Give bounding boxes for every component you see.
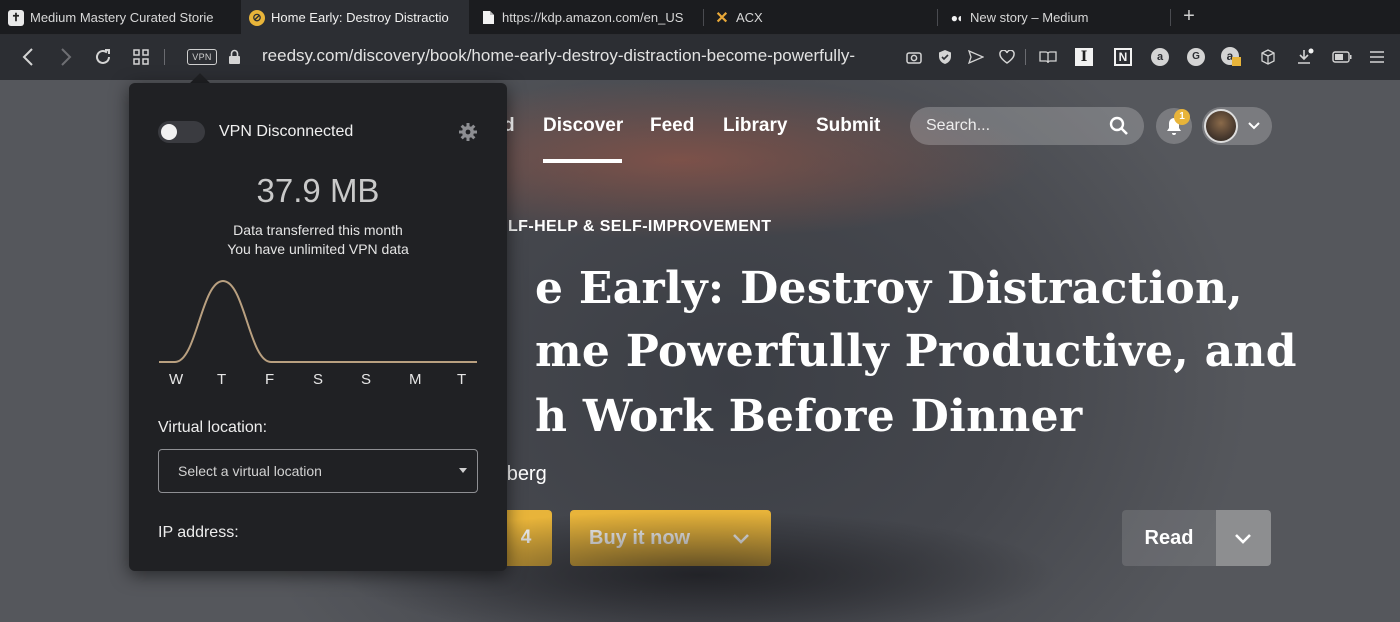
tab-strip: ✝ Medium Mastery Curated Storie ⊘ Home E… — [0, 0, 1400, 35]
chevron-down-icon — [1235, 534, 1251, 544]
medium-mastery-icon: ✝ — [8, 9, 24, 26]
day-label: W — [169, 371, 184, 388]
nav-feed[interactable]: Feed — [650, 115, 694, 137]
account-menu-button[interactable] — [1202, 107, 1272, 145]
tab-title: ACX — [736, 10, 763, 25]
data-amount: 37.9 MB — [256, 172, 380, 209]
day-label: T — [217, 371, 227, 388]
tab-title: Medium Mastery Curated Storie — [30, 10, 214, 25]
back-icon[interactable] — [18, 47, 38, 67]
tab-kdp[interactable]: https://kdp.amazon.com/en_US — [472, 0, 698, 35]
reedsy-icon: ⊘ — [249, 9, 265, 26]
price-button[interactable]: 4 — [500, 510, 552, 566]
nav-submit[interactable]: Submit — [816, 115, 880, 137]
book-title-line-3: h Work Before Dinner — [535, 391, 1083, 442]
instapaper-icon[interactable]: I — [1074, 47, 1094, 67]
tab-separator — [703, 9, 704, 26]
day-label: T — [457, 371, 467, 388]
medium-icon: ●◖ — [950, 10, 964, 25]
camera-icon[interactable] — [904, 47, 924, 67]
chevron-down-icon — [733, 534, 749, 544]
ip-address-label: IP address: — [158, 524, 239, 541]
toolbar-divider — [1025, 49, 1026, 65]
tab-home-early[interactable]: ⊘ Home Early: Destroy Distractio — [241, 0, 469, 35]
reload-icon[interactable] — [93, 47, 113, 67]
tab-title: New story – Medium — [970, 10, 1089, 25]
day-label: S — [361, 371, 372, 388]
nav-active-indicator — [543, 159, 622, 163]
book-category[interactable]: LF-HELP & SELF-IMPROVEMENT — [508, 218, 771, 236]
vpn-button[interactable]: VPN — [187, 49, 217, 65]
buy-it-now-button[interactable]: Buy it now — [570, 510, 771, 566]
avatar — [1204, 109, 1238, 143]
chevron-down-icon — [1248, 122, 1260, 130]
vpn-popup: VPN Disconnected 37.9 MB Data transferre… — [129, 83, 507, 571]
forward-icon[interactable] — [56, 47, 76, 67]
vpn-toggle[interactable] — [158, 121, 205, 143]
toolbar-divider — [164, 49, 165, 65]
box-icon[interactable] — [1258, 47, 1278, 67]
dropdown-caret-icon — [459, 468, 467, 473]
virtual-location-label: Virtual location: — [158, 419, 268, 436]
tab-grid-icon[interactable] — [131, 47, 151, 67]
usage-curve — [159, 279, 477, 363]
menu-icon[interactable] — [1367, 47, 1387, 67]
battery-icon[interactable] — [1332, 47, 1352, 67]
vpn-status-label: VPN Disconnected — [219, 123, 354, 140]
send-icon[interactable] — [966, 47, 986, 67]
document-icon — [480, 10, 496, 26]
day-label: M — [409, 371, 422, 388]
data-caption: Data transferred this month — [233, 222, 403, 238]
grammar-icon[interactable]: G — [1186, 47, 1206, 67]
book-title-line-1: e Early: Destroy Distraction, — [535, 263, 1243, 314]
read-button[interactable]: Read — [1122, 510, 1216, 566]
download-icon[interactable] — [1295, 47, 1315, 67]
tab-title: Home Early: Destroy Distractio — [271, 10, 449, 25]
virtual-location-value: Select a virtual location — [178, 463, 322, 479]
book-title-line-2: me Powerfully Productive, and — [535, 326, 1297, 377]
amazon-helper-icon[interactable]: a — [1150, 47, 1170, 67]
tab-acx[interactable]: ✕ ACX — [706, 0, 934, 35]
tab-separator — [1170, 9, 1171, 26]
usage-graph — [159, 279, 477, 363]
shield-icon[interactable] — [935, 47, 955, 67]
navigation-toolbar: VPN reedsy.com/discovery/book/home-early… — [0, 35, 1400, 80]
notion-icon[interactable]: N — [1113, 47, 1133, 67]
new-tab-button[interactable]: + — [1178, 6, 1200, 28]
nav-discover[interactable]: Discover — [543, 115, 623, 137]
buy-button-label: Buy it now — [589, 527, 691, 549]
virtual-location-select[interactable]: Select a virtual location — [158, 449, 478, 493]
read-options-button[interactable] — [1216, 510, 1271, 566]
search-box — [910, 107, 1144, 145]
day-label: F — [265, 371, 275, 388]
tab-medium-new-story[interactable]: ●◖ New story – Medium — [940, 0, 1168, 35]
notification-count-badge: 1 — [1174, 109, 1190, 125]
toggle-knob — [161, 124, 177, 140]
data-note: You have unlimited VPN data — [227, 241, 409, 257]
tab-separator — [937, 9, 938, 26]
lock-icon[interactable] — [224, 47, 244, 67]
gear-icon[interactable] — [458, 122, 478, 142]
acx-icon: ✕ — [715, 9, 729, 27]
tab-title: https://kdp.amazon.com/en_US — [502, 10, 684, 25]
reader-icon[interactable] — [1038, 47, 1058, 67]
search-icon[interactable] — [1109, 116, 1129, 136]
address-bar-url[interactable]: reedsy.com/discovery/book/home-early-des… — [262, 46, 892, 68]
amazon-extension-icon[interactable]: a — [1221, 47, 1241, 67]
day-label: S — [313, 371, 324, 388]
heart-icon[interactable] — [997, 47, 1017, 67]
nav-library[interactable]: Library — [723, 115, 787, 137]
search-input[interactable] — [926, 116, 1106, 136]
tab-medium-mastery[interactable]: ✝ Medium Mastery Curated Storie — [0, 0, 240, 35]
